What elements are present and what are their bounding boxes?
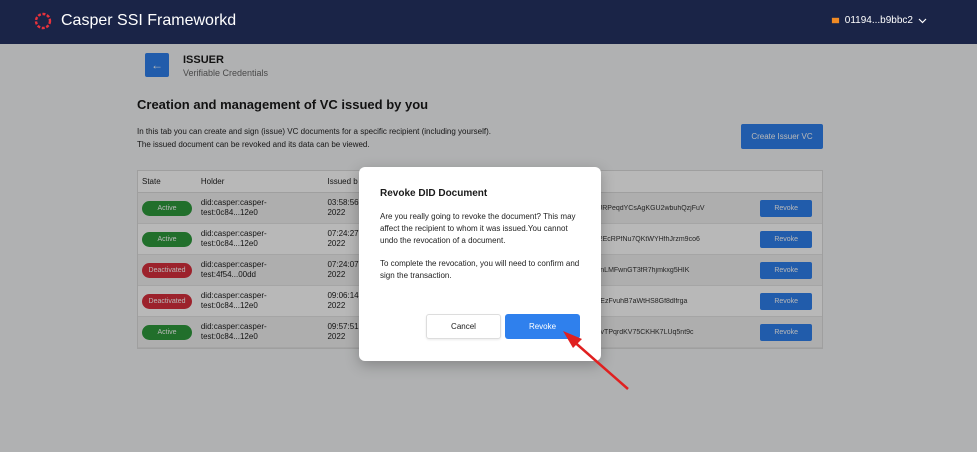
account-menu[interactable]: 01194...b9bbc2: [831, 15, 927, 26]
annotation-arrow-icon: [563, 331, 629, 390]
modal-warning-text: Are you really going to revoke the docum…: [380, 212, 576, 245]
modal-instruction-text: To complete the revocation, you will nee…: [380, 259, 580, 280]
top-bar: Casper SSI Frameworkd 01194...b9bbc2: [0, 0, 977, 44]
cancel-button[interactable]: Cancel: [426, 314, 501, 339]
app-title: Casper SSI Frameworkd: [61, 12, 237, 29]
chevron-down-icon: [918, 18, 927, 23]
wallet-icon: [831, 17, 839, 24]
account-address: 01194...b9bbc2: [844, 15, 913, 26]
modal-title: Revoke DID Document: [380, 188, 488, 199]
casper-logo-icon: [34, 12, 52, 30]
